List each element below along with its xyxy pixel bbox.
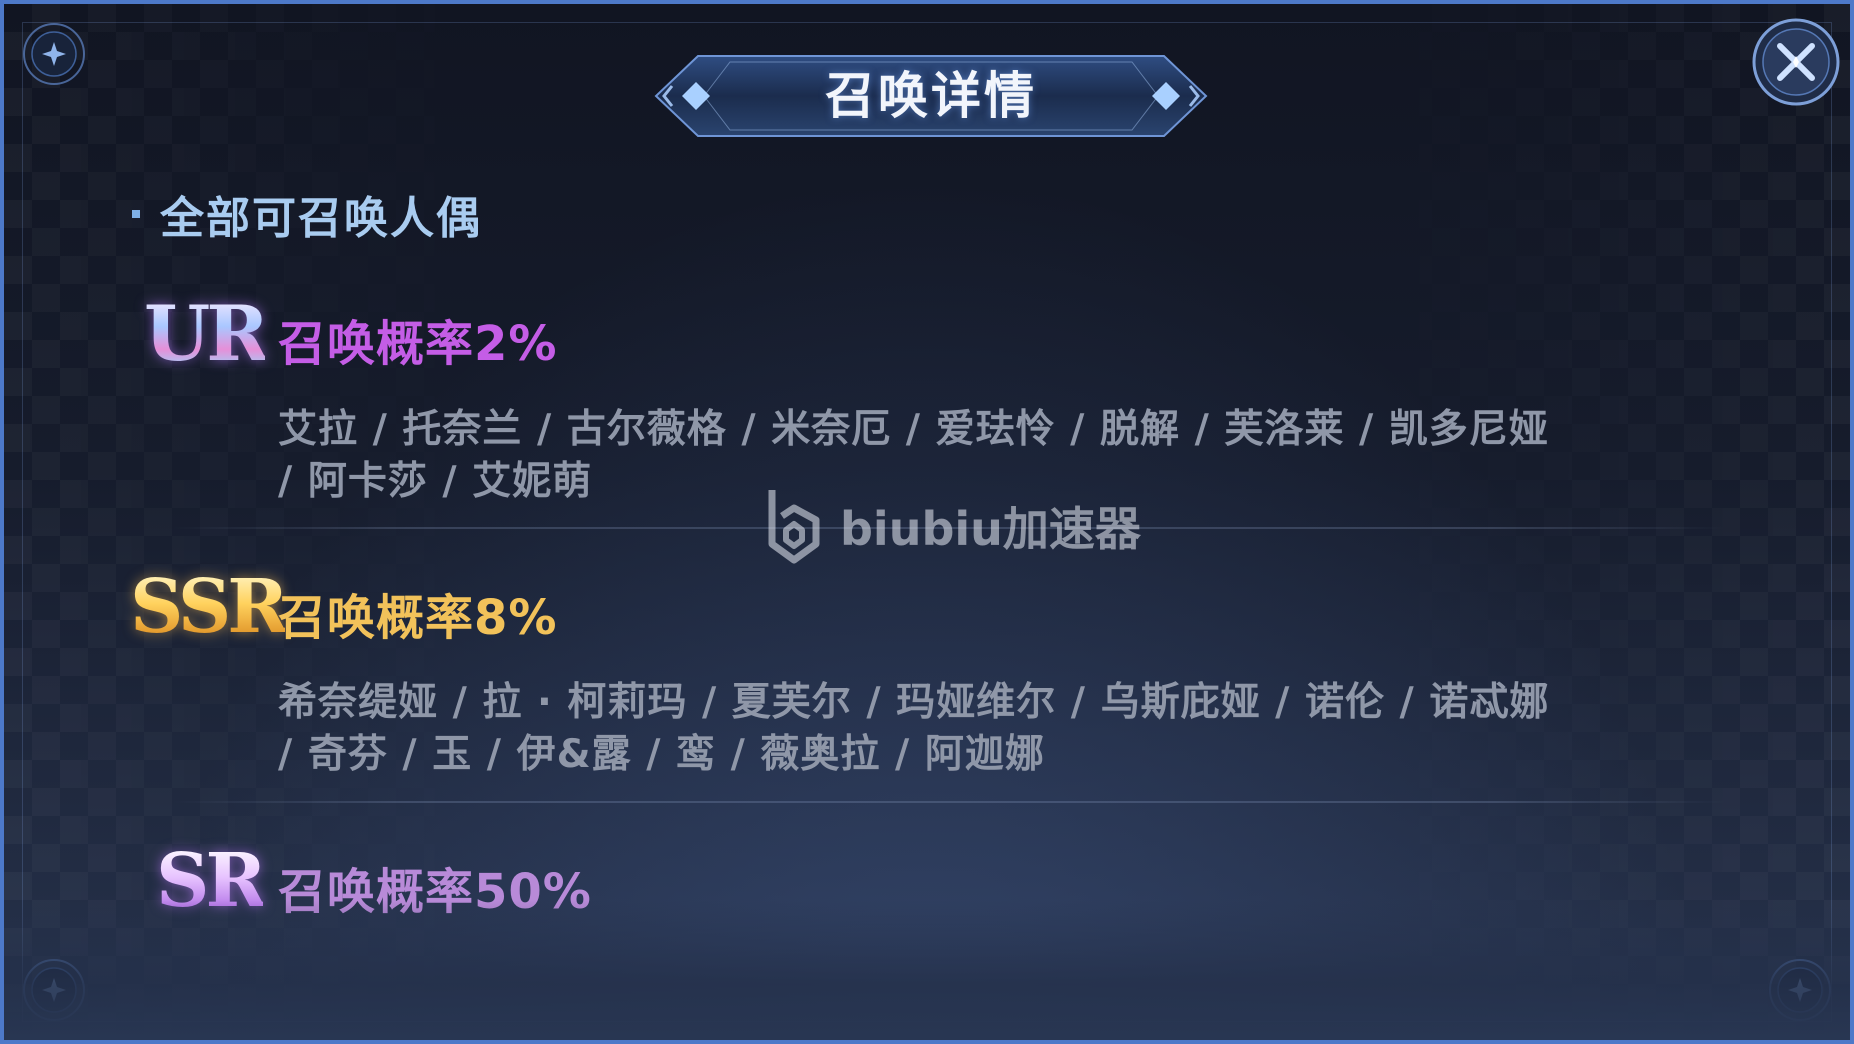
corner-ornament-icon: [23, 23, 85, 85]
section-title: 全部可召唤人偶: [160, 193, 482, 244]
summon-details-dialog: 召唤详情 全部可召唤人偶 UR 召唤概率2% 艾拉 / 托奈兰 / 古尔薇格 /…: [0, 0, 1854, 1044]
bullet-icon: [132, 210, 140, 218]
ur-rarity-badge: UR: [144, 289, 269, 378]
section-header: 全部可召唤人偶: [132, 184, 482, 244]
watermark: biubiu加速器: [764, 482, 1141, 570]
bottom-fade: [4, 900, 1850, 1040]
ssr-rarity-badge: SSR: [130, 564, 289, 650]
ssr-summon-rate: 召唤概率8%: [278, 590, 558, 646]
close-x-icon: [1752, 18, 1840, 106]
dialog-title: 召唤详情: [825, 67, 1037, 125]
ssr-character-list: 希奈缇娅 / 拉 · 柯莉玛 / 夏芙尔 / 玛娅维尔 / 乌斯庇娅 / 诺伦 …: [278, 677, 1608, 781]
ur-names-line: 艾拉 / 托奈兰 / 古尔薇格 / 米奈厄 / 爱珐怜 / 脱解 / 芙洛莱 /…: [278, 407, 1549, 452]
ssr-names-line: / 奇芬 / 玉 / 伊&露 / 鸾 / 薇奥拉 / 阿迦娜: [278, 732, 1045, 777]
title-banner: 召唤详情: [638, 48, 1224, 144]
ssr-names-line: 希奈缇娅 / 拉 · 柯莉玛 / 夏芙尔 / 玛娅维尔 / 乌斯庇娅 / 诺伦 …: [278, 680, 1550, 725]
watermark-text: biubiu加速器: [840, 502, 1141, 556]
section-divider: [172, 801, 1726, 803]
ur-summon-rate: 召唤概率2%: [278, 316, 558, 372]
close-button[interactable]: [1750, 16, 1842, 108]
biubiu-logo-icon: [768, 490, 820, 564]
